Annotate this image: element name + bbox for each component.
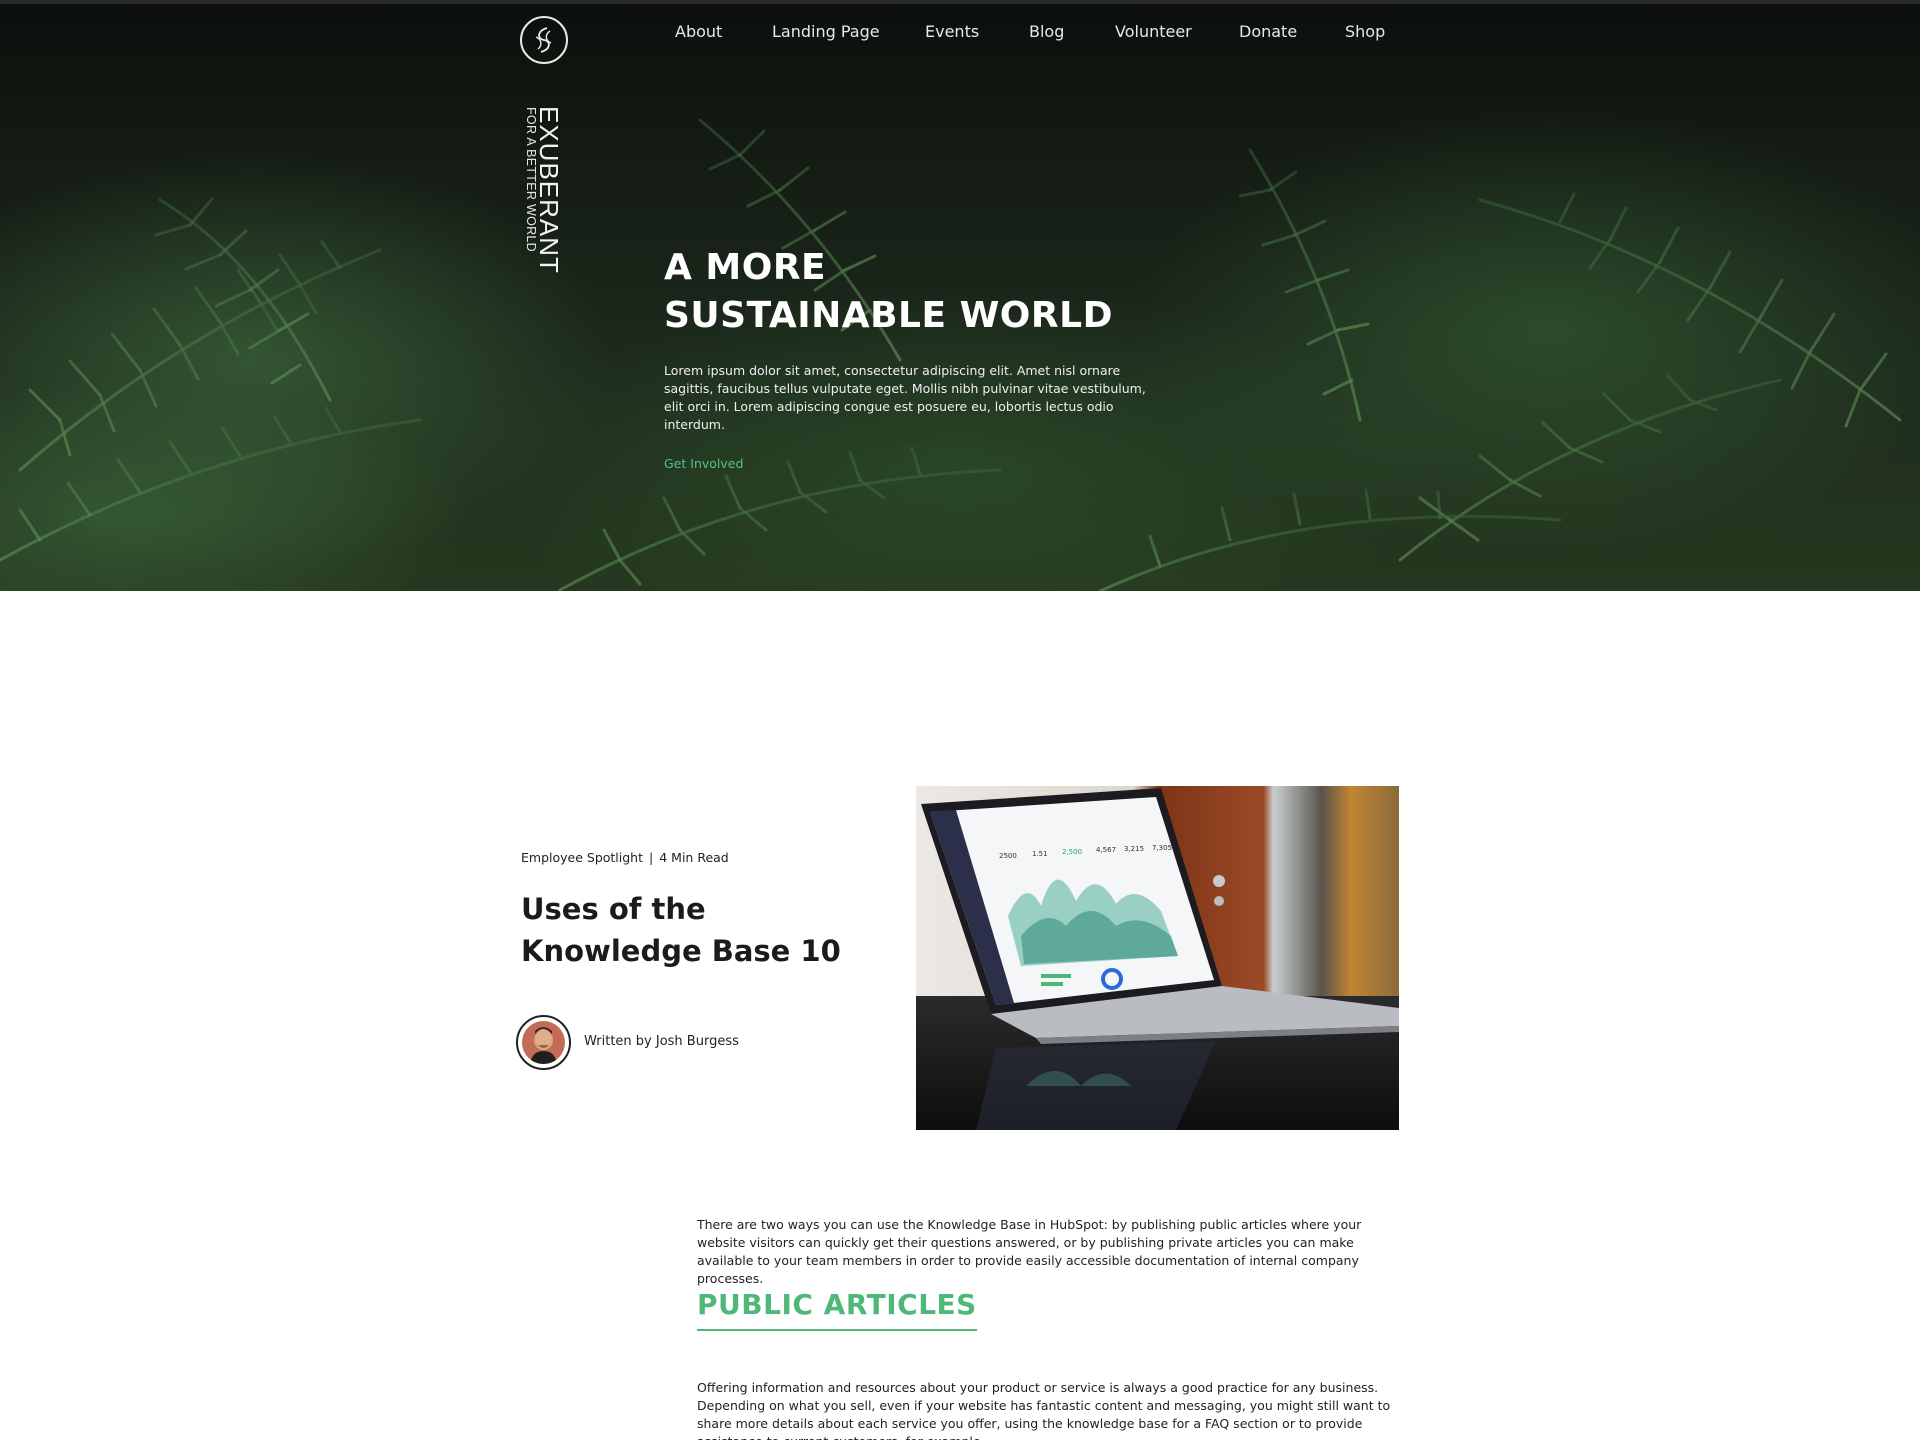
screen-stat-5: 3,215 — [1124, 845, 1144, 853]
hero-title-line1: A MORE — [664, 247, 827, 288]
get-involved-link[interactable]: Get Involved — [664, 456, 743, 471]
laptop-dashboard-image: 2500 1.51 2,500 4,567 3,215 7,305 — [916, 786, 1399, 1130]
author-byline: Written by Josh Burgess — [584, 1034, 739, 1049]
top-border — [0, 0, 1920, 4]
nav-item-blog[interactable]: Blog — [1029, 22, 1064, 41]
leaf-swirl-icon — [535, 27, 552, 53]
article-feature-image: 2500 1.51 2,500 4,567 3,215 7,305 — [916, 786, 1399, 1130]
author-photo — [522, 1021, 565, 1064]
article-title: Uses of the Knowledge Base 10 — [521, 892, 841, 968]
screen-stat-3: 2,500 — [1062, 848, 1082, 856]
screen-stat-1: 2500 — [999, 852, 1017, 860]
logo-link[interactable] — [520, 16, 568, 64]
section-heading-public-articles: PUBLIC ARTICLES — [697, 1288, 977, 1331]
section-paragraph: Offering information and resources about… — [697, 1380, 1391, 1440]
nav-item-events[interactable]: Events — [925, 22, 979, 41]
screen-stat-6: 7,305 — [1152, 844, 1172, 852]
brand-tagline: FOR A BETTER WORLD — [524, 107, 538, 252]
article-meta: Employee Spotlight | 4 Min Read — [521, 850, 729, 865]
article-intro: There are two ways you can use the Knowl… — [697, 1217, 1362, 1286]
nav-item-donate[interactable]: Donate — [1239, 22, 1297, 41]
nav-item-volunteer[interactable]: Volunteer — [1115, 22, 1192, 41]
hero-title: A MORE SUSTAINABLE WORLD — [664, 244, 1113, 340]
nav-item-landing-page[interactable]: Landing Page — [772, 22, 880, 41]
hero-title-line2: SUSTAINABLE WORLD — [664, 295, 1113, 336]
hero-banner: EXUBERANT FOR A BETTER WORLD About Landi… — [0, 0, 1920, 591]
article-read-time: 4 Min Read — [659, 850, 729, 865]
screen-stat-2: 1.51 — [1032, 850, 1048, 858]
brand-wordmark: EXUBERANT FOR A BETTER WORLD — [524, 106, 564, 274]
nav-item-shop[interactable]: Shop — [1345, 22, 1385, 41]
article-category: Employee Spotlight — [521, 850, 644, 865]
meta-separator: | — [649, 850, 654, 865]
brand-name: EXUBERANT — [534, 106, 564, 274]
nav-item-about[interactable]: About — [675, 22, 722, 41]
screen-stat-4: 4,567 — [1096, 846, 1116, 854]
hero-description: Lorem ipsum dolor sit amet, consectetur … — [664, 363, 1146, 432]
author-avatar — [516, 1015, 571, 1070]
